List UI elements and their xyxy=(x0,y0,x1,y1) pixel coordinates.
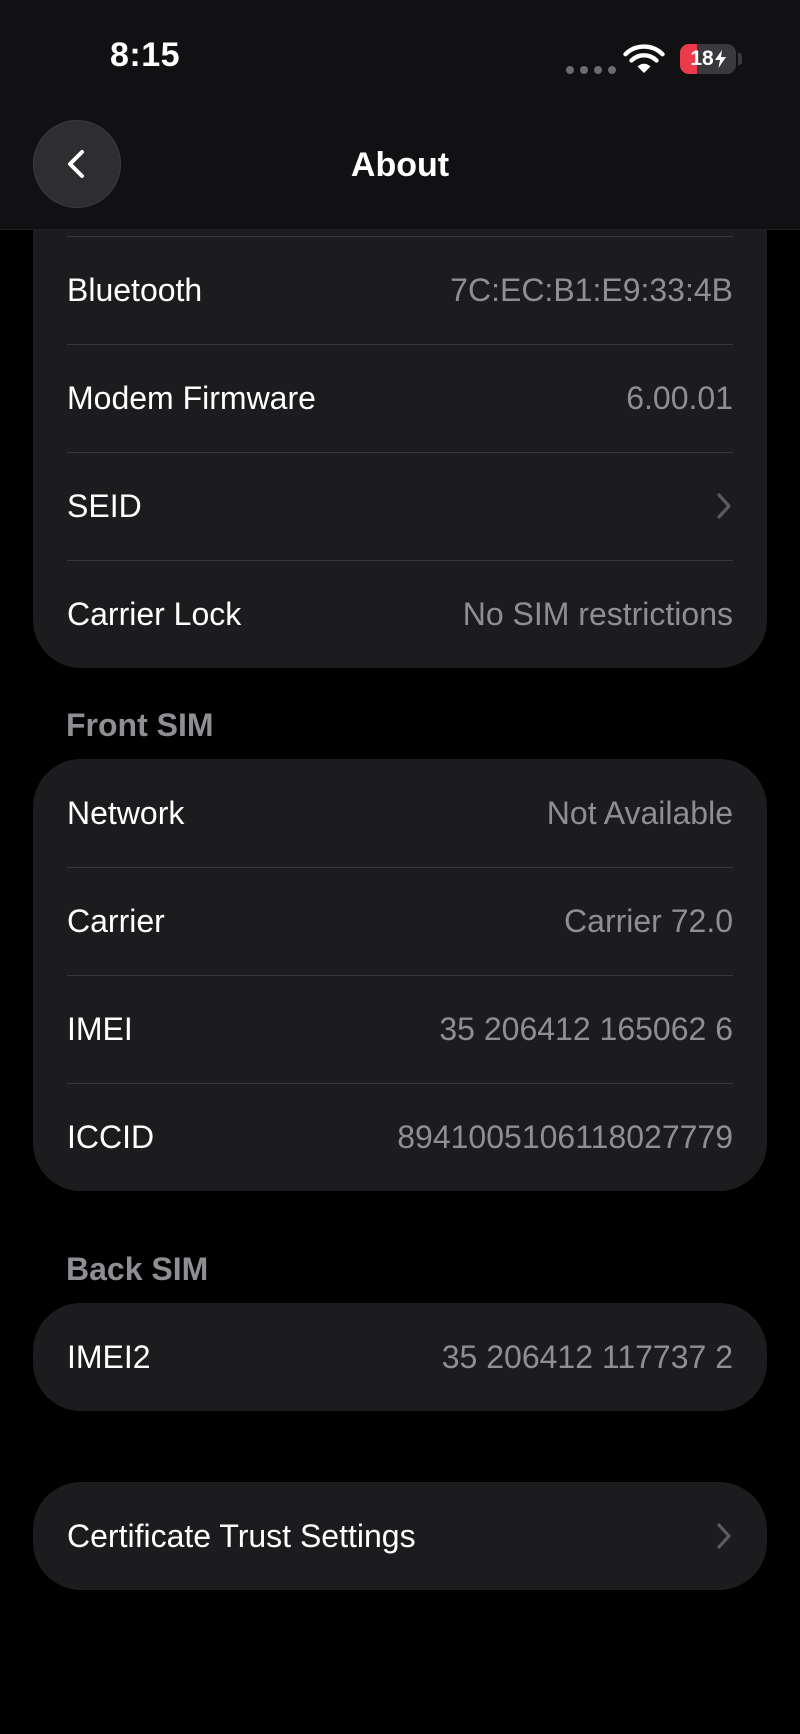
bluetooth-label: Bluetooth xyxy=(67,271,203,308)
imei-value: 35 206412 165062 6 xyxy=(439,1010,733,1047)
page-title: About xyxy=(350,146,450,184)
about-screen: Bluetooth 7C:EC:B1:E9:33:4B Modem Firmwa… xyxy=(0,0,800,1734)
iccid-row: ICCID 8941005106118027779 xyxy=(33,1083,767,1191)
certificate-trust-settings-label: Certificate Trust Settings xyxy=(67,1517,416,1554)
back-sim-group: IMEI2 35 206412 117737 2 xyxy=(33,1303,767,1411)
network-row: Network Not Available xyxy=(33,759,767,867)
seid-label: SEID xyxy=(67,487,142,524)
chevron-right-icon xyxy=(717,1523,731,1549)
carrier-lock-label: Carrier Lock xyxy=(67,595,242,632)
carrier-lock-row: Carrier Lock No SIM restrictions xyxy=(33,560,767,668)
imei-row: IMEI 35 206412 165062 6 xyxy=(33,975,767,1083)
network-value: Not Available xyxy=(546,794,733,831)
imei-label: IMEI xyxy=(67,1010,133,1047)
battery-cap xyxy=(738,53,742,65)
status-time: 8:15 xyxy=(110,36,181,74)
imei2-value: 35 206412 117737 2 xyxy=(441,1338,733,1375)
carrier-value: Carrier 72.0 xyxy=(564,902,733,939)
certificate-group: Certificate Trust Settings xyxy=(33,1482,767,1590)
carrier-label: Carrier xyxy=(67,902,165,939)
battery-icon: 18 xyxy=(680,44,736,74)
front-sim-header: Front SIM xyxy=(66,707,214,743)
navigation-bar: 8:15 18 About xyxy=(0,0,800,230)
iccid-value: 8941005106118027779 xyxy=(397,1118,733,1155)
chevron-right-icon xyxy=(717,493,731,519)
imei2-row: IMEI2 35 206412 117737 2 xyxy=(33,1303,767,1411)
iccid-label: ICCID xyxy=(67,1118,155,1155)
certificate-trust-settings-row[interactable]: Certificate Trust Settings xyxy=(33,1482,767,1590)
back-sim-header: Back SIM xyxy=(66,1251,209,1287)
carrier-row: Carrier Carrier 72.0 xyxy=(33,867,767,975)
modem-firmware-value: 6.00.01 xyxy=(626,379,733,416)
imei2-label: IMEI2 xyxy=(67,1338,151,1375)
modem-firmware-row: Modem Firmware 6.00.01 xyxy=(33,344,767,452)
network-label: Network xyxy=(67,794,185,831)
carrier-lock-value: No SIM restrictions xyxy=(462,595,733,632)
charging-bolt-icon xyxy=(714,50,726,68)
wifi-icon xyxy=(623,44,665,73)
cellular-signal-icon xyxy=(566,66,616,74)
seid-row[interactable]: SEID xyxy=(33,452,767,560)
bluetooth-row: Bluetooth 7C:EC:B1:E9:33:4B xyxy=(33,236,767,344)
battery-level: 18 xyxy=(680,44,736,74)
front-sim-group: Network Not Available Carrier Carrier 72… xyxy=(33,759,767,1191)
device-info-group: Bluetooth 7C:EC:B1:E9:33:4B Modem Firmwa… xyxy=(33,160,767,668)
modem-firmware-label: Modem Firmware xyxy=(67,379,316,416)
bluetooth-value: 7C:EC:B1:E9:33:4B xyxy=(450,271,733,308)
